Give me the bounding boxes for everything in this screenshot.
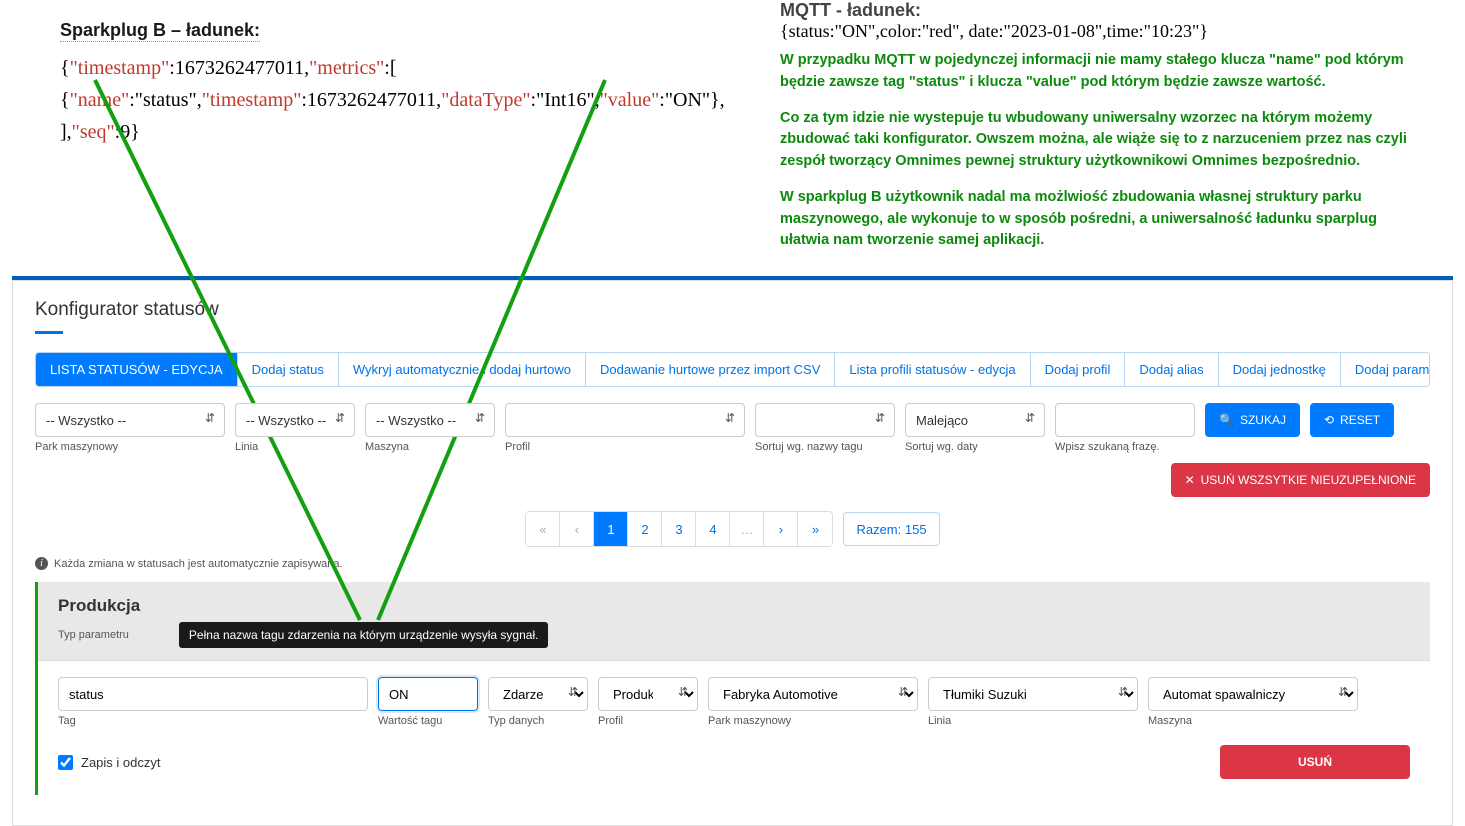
filter-maszyna-label: Maszyna	[365, 441, 495, 453]
tab-dodaj-profil[interactable]: Dodaj profil	[1031, 353, 1126, 386]
page-4[interactable]: 4	[696, 512, 730, 546]
tab-dodaj-parametr[interactable]: Dodaj parametr	[1341, 353, 1430, 386]
filter-profil-label: Profil	[505, 441, 745, 453]
filter-park[interactable]: -- Wszystko --	[35, 403, 225, 437]
park-maszynowy-select[interactable]: Fabryka Automotive	[708, 677, 918, 711]
filter-search-input[interactable]	[1055, 403, 1195, 437]
filter-sort-date[interactable]: Malejąco	[905, 403, 1045, 437]
typ-parametru-label: Typ parametru	[58, 629, 129, 641]
filter-maszyna[interactable]: -- Wszystko --	[365, 403, 495, 437]
tag-input[interactable]	[58, 677, 368, 711]
tab-wykryj-auto[interactable]: Wykryj automatycznie i dodaj hurtowo	[339, 353, 586, 386]
pagination: « ‹ 1 2 3 4 … › »	[525, 511, 833, 547]
tab-lista-statusow[interactable]: LISTA STATUSÓW - EDYCJA	[36, 353, 238, 386]
tabs: LISTA STATUSÓW - EDYCJA Dodaj status Wyk…	[35, 352, 1430, 387]
filter-sort-tag-label: Sortuj wg. nazwy tagu	[755, 441, 895, 453]
tab-import-csv[interactable]: Dodawanie hurtowe przez import CSV	[586, 353, 835, 386]
filter-park-label: Park maszynowy	[35, 441, 225, 453]
page-ellipsis: …	[730, 512, 764, 546]
zapis-odczyt-checkbox-wrapper[interactable]: Zapis i odczyt	[58, 755, 160, 770]
info-icon: i	[35, 557, 48, 570]
sparkplug-json-line3: ],"seq":9}	[60, 116, 780, 148]
tag-label: Tag	[58, 715, 368, 727]
filter-linia-label: Linia	[235, 441, 355, 453]
sparkplug-json-line2: {"name":"status","timestamp":16732624770…	[60, 84, 780, 116]
page-prev[interactable]: ‹	[560, 512, 594, 546]
search-icon: 🔍	[1219, 413, 1234, 427]
page-3[interactable]: 3	[662, 512, 696, 546]
wartosc-tagu-label: Wartość tagu	[378, 715, 478, 727]
filter-profil[interactable]	[505, 403, 745, 437]
configurator-panel: Konfigurator statusów LISTA STATUSÓW - E…	[12, 280, 1453, 826]
tooltip: Pełna nazwa tagu zdarzenia na którym urz…	[179, 622, 549, 648]
maszyna-select[interactable]: Automat spawalniczy	[1148, 677, 1358, 711]
tab-dodaj-status[interactable]: Dodaj status	[238, 353, 339, 386]
info-line: i Każda zmiana w statusach jest automaty…	[35, 557, 1430, 570]
mqtt-title: MQTT - ładunek:	[780, 0, 1420, 21]
search-button[interactable]: 🔍 SZUKAJ	[1205, 403, 1300, 437]
status-card-produkcja: Produkcja Typ parametru Pełna nazwa tagu…	[35, 582, 1430, 795]
typ-danych-label: Typ danych	[488, 715, 588, 727]
tab-dodaj-alias[interactable]: Dodaj alias	[1125, 353, 1218, 386]
sparkplug-title: Sparkplug B – ładunek:	[60, 20, 260, 42]
park-maszynowy-label: Park maszynowy	[708, 715, 918, 727]
reset-button[interactable]: ⟲ RESET	[1310, 403, 1394, 437]
status-card-title: Produkcja	[58, 596, 1410, 616]
filter-sort-tag[interactable]	[755, 403, 895, 437]
maszyna-label: Maszyna	[1148, 715, 1358, 727]
explanation-text: W przypadku MQTT w pojedynczej informacj…	[780, 50, 1420, 252]
mqtt-payload: {status:"ON",color:"red", date:"2023-01-…	[780, 21, 1420, 42]
delete-all-incomplete-button[interactable]: ✕ USUŃ WSZSYTKIE NIEUZUPEŁNIONE	[1171, 463, 1430, 497]
profil-select[interactable]: Produkcja	[598, 677, 698, 711]
page-first[interactable]: «	[526, 512, 560, 546]
zapis-odczyt-checkbox[interactable]	[58, 755, 73, 770]
filter-linia[interactable]: -- Wszystko --	[235, 403, 355, 437]
page-last[interactable]: »	[798, 512, 832, 546]
usun-button[interactable]: USUŃ	[1220, 745, 1410, 779]
profil-label: Profil	[598, 715, 698, 727]
typ-danych-select[interactable]: Zdarzenie	[488, 677, 588, 711]
page-next[interactable]: ›	[764, 512, 798, 546]
linia-label: Linia	[928, 715, 1138, 727]
refresh-icon: ⟲	[1324, 413, 1334, 427]
filter-sort-date-label: Sortuj wg. daty	[905, 441, 1045, 453]
wartosc-tagu-input[interactable]	[378, 677, 478, 711]
sparkplug-json-line1: {"timestamp":1673262477011,"metrics":[	[60, 52, 780, 84]
linia-select[interactable]: Tłumiki Suzuki	[928, 677, 1138, 711]
page-1[interactable]: 1	[594, 512, 628, 546]
tab-dodaj-jednostke[interactable]: Dodaj jednostkę	[1219, 353, 1341, 386]
tab-lista-profili[interactable]: Lista profili statusów - edycja	[835, 353, 1030, 386]
total-count: Razem: 155	[843, 512, 939, 546]
close-icon: ✕	[1185, 473, 1195, 487]
filter-search-label: Wpisz szukaną frazę.	[1055, 441, 1195, 453]
panel-title: Konfigurator statusów	[35, 299, 1430, 321]
page-2[interactable]: 2	[628, 512, 662, 546]
